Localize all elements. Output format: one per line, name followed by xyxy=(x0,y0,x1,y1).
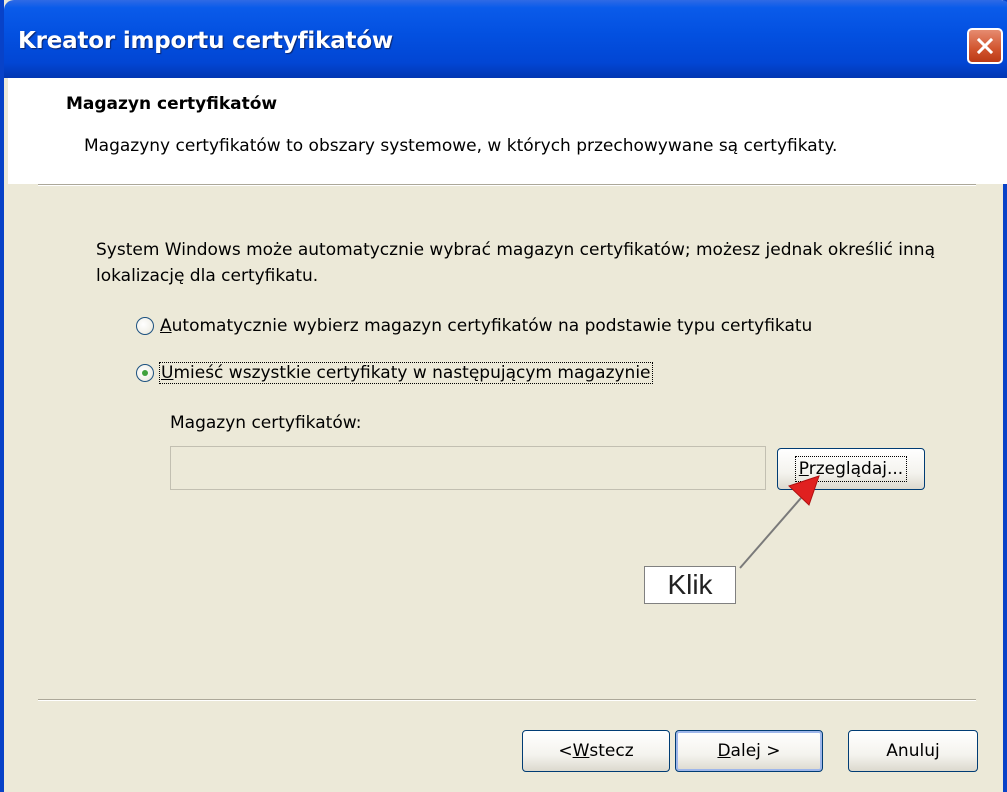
browse-label: Przeglądaj... xyxy=(794,456,908,482)
certificate-store-field[interactable] xyxy=(170,446,766,490)
store-field-label: Magazyn certyfikatów: xyxy=(170,413,362,433)
instructions-text: System Windows może automatycznie wybrać… xyxy=(96,240,935,286)
window-title: Kreator importu certyfikatów xyxy=(18,28,393,54)
radio-place-in-store[interactable]: Umieść wszystkie certyfikaty w następują… xyxy=(136,362,653,384)
close-icon xyxy=(976,37,994,55)
radio-place-label: Umieść wszystkie certyfikaty w następują… xyxy=(159,362,653,384)
radio-button-checked[interactable] xyxy=(136,364,154,382)
back-button[interactable]: < Wstecz xyxy=(522,730,670,772)
radio-button-unchecked[interactable] xyxy=(136,317,154,335)
title-bar[interactable]: Kreator importu certyfikatów xyxy=(4,0,1007,78)
cancel-button[interactable]: Anuluj xyxy=(848,730,978,772)
radio-auto-select-store[interactable]: Automatycznie wybierz magazyn certyfikat… xyxy=(136,316,812,336)
page-title: Magazyn certyfikatów xyxy=(66,94,278,114)
header-divider xyxy=(38,184,976,186)
footer-divider xyxy=(38,699,976,701)
next-button[interactable]: Dalej > xyxy=(675,730,823,772)
page-description: Magazyny certyfikatów to obszary systemo… xyxy=(84,136,838,156)
radio-auto-label: Automatycznie wybierz magazyn certyfikat… xyxy=(160,316,813,336)
wizard-header: Magazyn certyfikatów Magazyny certyfikat… xyxy=(8,78,1007,184)
click-annotation: Klik xyxy=(644,566,736,604)
browse-button[interactable]: Przeglądaj... xyxy=(777,448,925,490)
import-wizard-window: Kreator importu certyfikatów Magazyn cer… xyxy=(0,0,1007,792)
close-button[interactable] xyxy=(967,28,1003,64)
